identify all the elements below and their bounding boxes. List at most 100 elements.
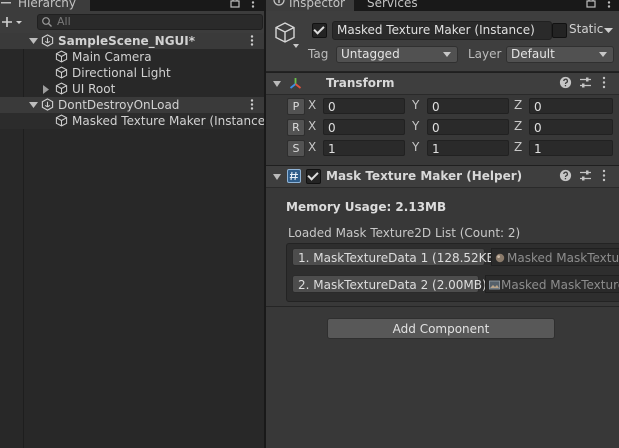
object-header: Masked Texture Maker (Instance) Static T… [266, 11, 619, 72]
axis-z-label: Z [514, 140, 523, 154]
hierarchy-item-ui-root[interactable]: UI Root [0, 81, 264, 97]
axis-y-label: Y [412, 98, 420, 112]
texture-data-1-button[interactable]: 1. MaskTextureData 1 (128.52KB) [292, 248, 499, 266]
texture-list-title: Loaded Mask Texture2D List (Count: 2) [288, 226, 521, 240]
layer-dropdown[interactable]: Default [506, 46, 614, 63]
rotation-x-field[interactable]: 0 [323, 119, 405, 135]
scale-y-field[interactable]: 1 [427, 140, 509, 156]
collapse-arrow-icon[interactable] [29, 38, 38, 45]
memory-usage-label: Memory Usage: 2.13MB [286, 200, 447, 214]
texture-data-1-ref: Masked MaskTextu [507, 251, 619, 265]
position-reset-button[interactable]: P [287, 98, 305, 115]
hierarchy-toolbar: All [0, 11, 264, 34]
add-component-button[interactable]: Add Component [327, 318, 555, 339]
fold-arrow-icon[interactable] [273, 174, 281, 180]
texture-data-2-button[interactable]: 2. MaskTextureData 2 (2.00MB) [292, 275, 487, 293]
help-icon[interactable] [559, 76, 573, 90]
collapse-arrow-icon[interactable] [29, 102, 38, 109]
axis-x-label: X [308, 140, 317, 154]
object-name-field[interactable]: Masked Texture Maker (Instance) [332, 21, 552, 40]
chevron-down-icon [599, 52, 607, 57]
inspector-tab-label: Inspector [289, 0, 345, 10]
hierarchy-item-directional-light[interactable]: Directional Light [0, 65, 264, 81]
static-label: Static [569, 22, 604, 36]
presets-sliders-icon[interactable] [579, 76, 593, 90]
tab-inspector[interactable]: Inspector [266, 0, 354, 11]
axis-z-label: Z [514, 119, 523, 133]
lock-icon[interactable] [586, 0, 596, 8]
position-x-field[interactable]: 0 [323, 98, 405, 114]
hierarchy-tab-label: Hierarchy [18, 0, 77, 10]
object-name-value: Masked Texture Maker (Instance) [337, 23, 535, 37]
axis-x-label: X [308, 98, 317, 112]
lock-icon[interactable] [230, 0, 240, 8]
hierarchy-item-scene-dontdestroy[interactable]: DontDestroyOnLoad [0, 97, 264, 113]
unity-scene-icon [41, 34, 54, 47]
active-checkbox[interactable] [312, 23, 327, 38]
tab-menu-icon[interactable] [607, 0, 611, 9]
texture-data-1-object-field[interactable]: Masked MaskTextu [491, 248, 619, 266]
component-menu-icon[interactable] [602, 169, 616, 183]
transform-title: Transform [326, 76, 395, 90]
gameobject-cube-icon [55, 82, 68, 95]
axis-y-label: Y [412, 140, 420, 154]
static-checkbox[interactable] [552, 23, 567, 38]
search-placeholder: All [57, 15, 71, 28]
expand-arrow-icon[interactable] [43, 85, 50, 94]
tab-services[interactable]: Services [354, 0, 434, 11]
texture-list: 1. MaskTextureData 1 (128.52KB) Masked M… [286, 243, 619, 302]
tab-menu-icon[interactable] [251, 0, 255, 9]
hierarchy-item-label: Masked Texture Maker (Instance) [72, 114, 270, 128]
mask-texture-maker-title: Mask Texture Maker (Helper) [326, 169, 523, 183]
tab-hierarchy[interactable]: Hierarchy [0, 0, 90, 11]
help-icon[interactable] [559, 169, 573, 183]
hierarchy-item-label: DontDestroyOnLoad [58, 98, 180, 112]
scene-menu-icon[interactable] [250, 99, 254, 111]
texture-data-2-object-field[interactable]: Masked MaskTexture [485, 275, 619, 293]
fold-arrow-icon[interactable] [273, 81, 281, 87]
list-icon [0, 0, 14, 5]
scale-z-field[interactable]: 1 [529, 140, 613, 156]
axis-y-label: Y [412, 119, 420, 133]
hierarchy-item-label: UI Root [72, 82, 116, 96]
gameobject-cube-icon [55, 66, 68, 79]
position-z-field[interactable]: 0 [529, 98, 613, 114]
rotation-z-field[interactable]: 0 [529, 119, 613, 135]
position-y-field[interactable]: 0 [427, 98, 509, 114]
material-icon [495, 253, 505, 263]
presets-sliders-icon[interactable] [579, 169, 593, 183]
script-hash-icon [287, 169, 301, 183]
tag-value: Untagged [341, 47, 400, 61]
gameobject-cube-icon [55, 50, 68, 63]
layer-label: Layer [468, 47, 502, 61]
chevron-down-icon [443, 52, 451, 57]
rotation-y-field[interactable]: 0 [427, 119, 509, 135]
hierarchy-item-masked-texture-maker[interactable]: Masked Texture Maker (Instance) [0, 113, 270, 129]
inspector-panel: Inspector Services Masked Texture Maker … [266, 0, 619, 448]
axis-z-label: Z [514, 98, 523, 112]
scale-reset-button[interactable]: S [287, 140, 305, 157]
transform-fields: P X 0 Y 0 Z 0 R X 0 Y 0 Z 0 S X 1 Y 1 Z … [266, 96, 619, 160]
texture-data-2-ref: Masked MaskTexture [501, 278, 619, 292]
layer-value: Default [511, 47, 555, 61]
rotation-reset-button[interactable]: R [287, 119, 305, 136]
unity-scene-icon [41, 98, 54, 111]
component-enabled-checkbox[interactable] [306, 169, 321, 184]
axis-x-label: X [308, 119, 317, 133]
hierarchy-item-label: Directional Light [72, 66, 171, 80]
hierarchy-item-scene-sample[interactable]: SampleScene_NGUI* [0, 33, 264, 49]
component-menu-icon[interactable] [602, 76, 616, 90]
hierarchy-item-label: SampleScene_NGUI* [58, 34, 196, 48]
create-plus-icon[interactable] [1, 15, 23, 29]
gameobject-large-cube-icon[interactable] [274, 21, 300, 49]
static-dropdown-arrow-icon[interactable] [604, 28, 613, 34]
texture-image-icon [489, 280, 500, 290]
hierarchy-search-input[interactable]: All [37, 14, 263, 30]
mask-texture-maker-header[interactable]: Mask Texture Maker (Helper) [266, 165, 619, 188]
transform-axes-icon [288, 76, 303, 91]
scene-menu-icon[interactable] [250, 35, 254, 47]
scale-x-field[interactable]: 1 [323, 140, 405, 156]
tag-dropdown[interactable]: Untagged [336, 46, 458, 63]
transform-header[interactable]: Transform [266, 72, 619, 95]
hierarchy-item-main-camera[interactable]: Main Camera [0, 49, 264, 65]
